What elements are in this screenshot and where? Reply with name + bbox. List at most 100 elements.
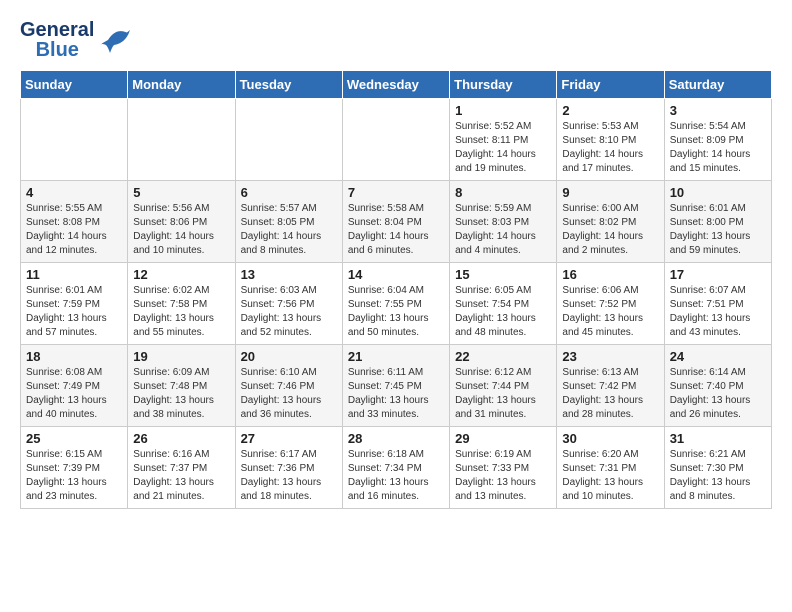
day-number: 28 xyxy=(348,431,444,446)
day-number: 9 xyxy=(562,185,658,200)
calendar-cell: 11 Sunrise: 6:01 AM Sunset: 7:59 PM Dayli… xyxy=(21,263,128,345)
day-info: Sunrise: 6:06 AM Sunset: 7:52 PM Dayligh… xyxy=(562,284,658,340)
weekday-header-friday: Friday xyxy=(557,71,664,99)
weekday-header-monday: Monday xyxy=(128,71,235,99)
day-number: 20 xyxy=(241,349,337,364)
day-info: Sunrise: 6:13 AM Sunset: 7:42 PM Dayligh… xyxy=(562,366,658,422)
day-number: 29 xyxy=(455,431,551,446)
calendar-cell: 20Sunrise: 6:10 AM Sunset: 7:46 PM Dayli… xyxy=(235,345,342,427)
calendar-cell: 17 Sunrise: 6:07 AM Sunset: 7:51 PM Dayli… xyxy=(664,263,771,345)
calendar-week-row: 4 Sunrise: 5:55 AM Sunset: 8:08 PM Daylig… xyxy=(21,181,772,263)
weekday-header-thursday: Thursday xyxy=(450,71,557,99)
day-info: Sunrise: 6:08 AM Sunset: 7:49 PM Dayligh… xyxy=(26,366,122,422)
day-number: 13 xyxy=(241,267,337,282)
day-info: Sunrise: 6:16 AM Sunset: 7:37 PM Dayligh… xyxy=(133,448,229,504)
day-info: Sunrise: 6:01 AM Sunset: 7:59 PM Dayligh… xyxy=(26,284,122,340)
day-number: 21 xyxy=(348,349,444,364)
day-number: 17 xyxy=(670,267,766,282)
day-info: Sunrise: 6:18 AM Sunset: 7:34 PM Dayligh… xyxy=(348,448,444,504)
calendar-cell: 3 Sunrise: 5:54 AM Sunset: 8:09 PM Daylig… xyxy=(664,99,771,181)
day-info: Sunrise: 5:54 AM Sunset: 8:09 PM Dayligh… xyxy=(670,120,766,176)
calendar-cell: 14 Sunrise: 6:04 AM Sunset: 7:55 PM Dayli… xyxy=(342,263,449,345)
day-number: 3 xyxy=(670,103,766,118)
day-info: Sunrise: 6:07 AM Sunset: 7:51 PM Dayligh… xyxy=(670,284,766,340)
day-info: Sunrise: 6:17 AM Sunset: 7:36 PM Dayligh… xyxy=(241,448,337,504)
day-info: Sunrise: 5:53 AM Sunset: 8:10 PM Dayligh… xyxy=(562,120,658,176)
calendar-cell: 28 Sunrise: 6:18 AM Sunset: 7:34 PM Dayli… xyxy=(342,427,449,509)
calendar-cell: 10Sunrise: 6:01 AM Sunset: 8:00 PM Dayli… xyxy=(664,181,771,263)
day-number: 24 xyxy=(670,349,766,364)
day-number: 15 xyxy=(455,267,551,282)
day-info: Sunrise: 6:11 AM Sunset: 7:45 PM Dayligh… xyxy=(348,366,444,422)
day-number: 31 xyxy=(670,431,766,446)
day-info: Sunrise: 5:58 AM Sunset: 8:04 PM Dayligh… xyxy=(348,202,444,258)
weekday-header-wednesday: Wednesday xyxy=(342,71,449,99)
calendar-cell: 13 Sunrise: 6:03 AM Sunset: 7:56 PM Dayli… xyxy=(235,263,342,345)
day-info: Sunrise: 5:56 AM Sunset: 8:06 PM Dayligh… xyxy=(133,202,229,258)
weekday-header-tuesday: Tuesday xyxy=(235,71,342,99)
calendar-cell xyxy=(128,99,235,181)
calendar-table: SundayMondayTuesdayWednesdayThursdayFrid… xyxy=(20,70,772,509)
calendar-cell: 9 Sunrise: 6:00 AM Sunset: 8:02 PM Daylig… xyxy=(557,181,664,263)
day-number: 16 xyxy=(562,267,658,282)
day-info: Sunrise: 6:00 AM Sunset: 8:02 PM Dayligh… xyxy=(562,202,658,258)
day-number: 14 xyxy=(348,267,444,282)
day-number: 5 xyxy=(133,185,229,200)
logo: General Blue xyxy=(20,20,136,60)
calendar-cell: 23 Sunrise: 6:13 AM Sunset: 7:42 PM Dayli… xyxy=(557,345,664,427)
day-number: 18 xyxy=(26,349,122,364)
day-number: 7 xyxy=(348,185,444,200)
day-number: 2 xyxy=(562,103,658,118)
calendar-cell: 22Sunrise: 6:12 AM Sunset: 7:44 PM Dayli… xyxy=(450,345,557,427)
day-number: 23 xyxy=(562,349,658,364)
day-number: 27 xyxy=(241,431,337,446)
day-info: Sunrise: 6:09 AM Sunset: 7:48 PM Dayligh… xyxy=(133,366,229,422)
calendar-cell: 30Sunrise: 6:20 AM Sunset: 7:31 PM Dayli… xyxy=(557,427,664,509)
day-info: Sunrise: 6:19 AM Sunset: 7:33 PM Dayligh… xyxy=(455,448,551,504)
calendar-cell: 4 Sunrise: 5:55 AM Sunset: 8:08 PM Daylig… xyxy=(21,181,128,263)
calendar-body: 1Sunrise: 5:52 AM Sunset: 8:11 PM Daylig… xyxy=(21,99,772,509)
day-info: Sunrise: 6:21 AM Sunset: 7:30 PM Dayligh… xyxy=(670,448,766,504)
calendar-cell: 1Sunrise: 5:52 AM Sunset: 8:11 PM Daylig… xyxy=(450,99,557,181)
calendar-week-row: 25Sunrise: 6:15 AM Sunset: 7:39 PM Dayli… xyxy=(21,427,772,509)
weekday-header-saturday: Saturday xyxy=(664,71,771,99)
calendar-cell: 8 Sunrise: 5:59 AM Sunset: 8:03 PM Daylig… xyxy=(450,181,557,263)
day-info: Sunrise: 5:52 AM Sunset: 8:11 PM Dayligh… xyxy=(455,120,551,176)
calendar-week-row: 11 Sunrise: 6:01 AM Sunset: 7:59 PM Dayli… xyxy=(21,263,772,345)
calendar-week-row: 1Sunrise: 5:52 AM Sunset: 8:11 PM Daylig… xyxy=(21,99,772,181)
day-number: 6 xyxy=(241,185,337,200)
day-info: Sunrise: 6:05 AM Sunset: 7:54 PM Dayligh… xyxy=(455,284,551,340)
day-info: Sunrise: 5:57 AM Sunset: 8:05 PM Dayligh… xyxy=(241,202,337,258)
calendar-cell: 29 Sunrise: 6:19 AM Sunset: 7:33 PM Dayli… xyxy=(450,427,557,509)
calendar-cell: 25Sunrise: 6:15 AM Sunset: 7:39 PM Dayli… xyxy=(21,427,128,509)
calendar-cell: 26 Sunrise: 6:16 AM Sunset: 7:37 PM Dayli… xyxy=(128,427,235,509)
calendar-cell xyxy=(342,99,449,181)
day-number: 19 xyxy=(133,349,229,364)
calendar-cell: 21 Sunrise: 6:11 AM Sunset: 7:45 PM Dayli… xyxy=(342,345,449,427)
logo-bird-icon xyxy=(98,25,136,55)
day-info: Sunrise: 5:59 AM Sunset: 8:03 PM Dayligh… xyxy=(455,202,551,258)
calendar-cell xyxy=(235,99,342,181)
day-number: 4 xyxy=(26,185,122,200)
calendar-header-row: SundayMondayTuesdayWednesdayThursdayFrid… xyxy=(21,71,772,99)
day-info: Sunrise: 6:01 AM Sunset: 8:00 PM Dayligh… xyxy=(670,202,766,258)
calendar-cell: 16 Sunrise: 6:06 AM Sunset: 7:52 PM Dayli… xyxy=(557,263,664,345)
day-number: 12 xyxy=(133,267,229,282)
day-number: 25 xyxy=(26,431,122,446)
calendar-cell: 6 Sunrise: 5:57 AM Sunset: 8:05 PM Daylig… xyxy=(235,181,342,263)
day-number: 8 xyxy=(455,185,551,200)
calendar-cell: 12Sunrise: 6:02 AM Sunset: 7:58 PM Dayli… xyxy=(128,263,235,345)
calendar-cell: 18 Sunrise: 6:08 AM Sunset: 7:49 PM Dayli… xyxy=(21,345,128,427)
day-number: 30 xyxy=(562,431,658,446)
calendar-cell xyxy=(21,99,128,181)
calendar-cell: 15 Sunrise: 6:05 AM Sunset: 7:54 PM Dayli… xyxy=(450,263,557,345)
calendar-cell: 2 Sunrise: 5:53 AM Sunset: 8:10 PM Daylig… xyxy=(557,99,664,181)
calendar-week-row: 18 Sunrise: 6:08 AM Sunset: 7:49 PM Dayli… xyxy=(21,345,772,427)
day-info: Sunrise: 5:55 AM Sunset: 8:08 PM Dayligh… xyxy=(26,202,122,258)
day-info: Sunrise: 6:04 AM Sunset: 7:55 PM Dayligh… xyxy=(348,284,444,340)
day-number: 11 xyxy=(26,267,122,282)
day-number: 26 xyxy=(133,431,229,446)
day-number: 22 xyxy=(455,349,551,364)
day-info: Sunrise: 6:03 AM Sunset: 7:56 PM Dayligh… xyxy=(241,284,337,340)
calendar-cell: 27 Sunrise: 6:17 AM Sunset: 7:36 PM Dayli… xyxy=(235,427,342,509)
